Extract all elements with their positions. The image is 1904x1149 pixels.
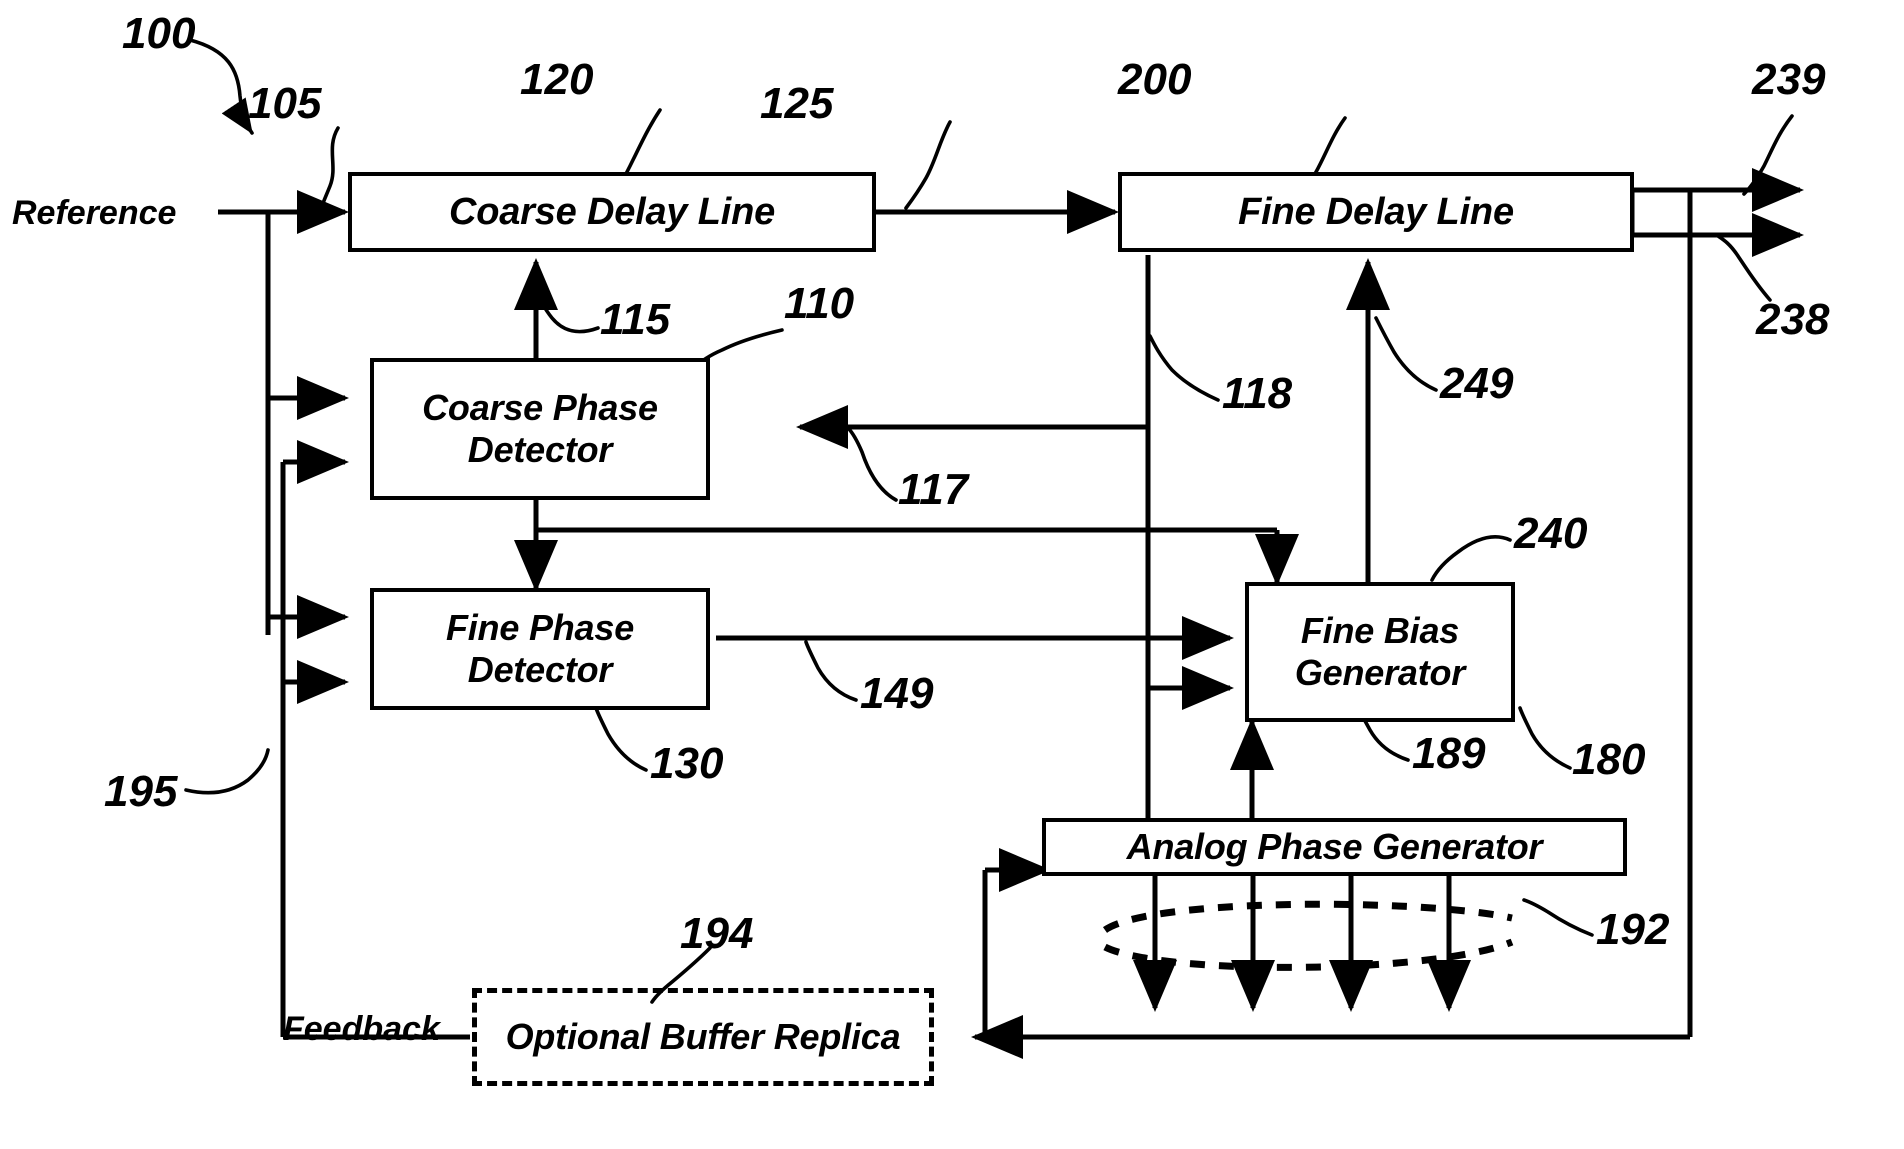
block-label-coarse-delay-line: Coarse Delay Line	[448, 190, 776, 233]
numeral-118: 118	[1222, 369, 1293, 418]
numeral-240: 240	[1514, 509, 1588, 558]
block-coarse-phase-detector[interactable]: Coarse Phase Detector	[370, 358, 710, 500]
leader-100	[188, 38, 254, 135]
leader-238	[1716, 234, 1772, 302]
block-label-coarse-phase-detector: Coarse Phase Detector	[422, 386, 658, 470]
block-coarse-delay-line[interactable]: Coarse Delay Line	[348, 172, 876, 252]
leader-118	[1148, 334, 1220, 402]
leader-195	[184, 748, 270, 795]
leader-130	[594, 706, 648, 772]
leader-180	[1518, 706, 1572, 770]
block-fine-phase-detector[interactable]: Fine Phase Detector	[370, 588, 710, 710]
numeral-125: 125	[760, 79, 834, 128]
numeral-180: 180	[1572, 735, 1646, 784]
leader-240	[1430, 535, 1512, 582]
label-feedback: Feedback	[283, 1010, 440, 1048]
numeral-110: 110	[784, 279, 855, 328]
block-label-fine-phase-detector: Fine Phase Detector	[445, 606, 635, 690]
leader-192	[1522, 898, 1594, 937]
numeral-100: 100	[122, 9, 196, 58]
block-fine-bias-generator[interactable]: Fine Bias Generator	[1245, 582, 1515, 722]
numeral-249: 249	[1440, 359, 1514, 408]
leader-105	[320, 126, 340, 208]
leader-117	[846, 426, 898, 502]
block-fine-delay-line[interactable]: Fine Delay Line	[1118, 172, 1634, 252]
numeral-200: 200	[1118, 55, 1192, 104]
figure-canvas: Coarse Delay Line Fine Delay Line Coarse…	[0, 0, 1904, 1149]
numeral-105: 105	[248, 79, 322, 128]
block-label-fine-bias-generator: Fine Bias Generator	[1294, 609, 1466, 693]
numeral-130: 130	[650, 739, 724, 788]
leader-115	[536, 290, 600, 334]
numeral-194: 194	[680, 909, 754, 958]
block-label-analog-phase-generator: Analog Phase Generator	[1126, 825, 1543, 867]
numeral-239: 239	[1752, 55, 1826, 104]
block-optional-buffer-replica[interactable]: Optional Buffer Replica	[472, 988, 934, 1086]
leader-149	[804, 640, 858, 702]
leader-125	[904, 120, 952, 210]
block-label-optional-buffer-replica: Optional Buffer Replica	[505, 1015, 901, 1057]
numeral-189: 189	[1412, 729, 1486, 778]
block-analog-phase-generator[interactable]: Analog Phase Generator	[1042, 818, 1627, 876]
numeral-120: 120	[520, 55, 594, 104]
leader-249	[1374, 316, 1438, 392]
numeral-192: 192	[1596, 905, 1670, 954]
numeral-195: 195	[104, 767, 178, 816]
block-label-fine-delay-line: Fine Delay Line	[1238, 190, 1514, 233]
numeral-238: 238	[1756, 295, 1830, 344]
numeral-115: 115	[600, 295, 671, 344]
label-reference: Reference	[12, 194, 177, 232]
numeral-149: 149	[860, 669, 934, 718]
numeral-117: 117	[898, 465, 969, 514]
leader-239	[1742, 114, 1794, 196]
